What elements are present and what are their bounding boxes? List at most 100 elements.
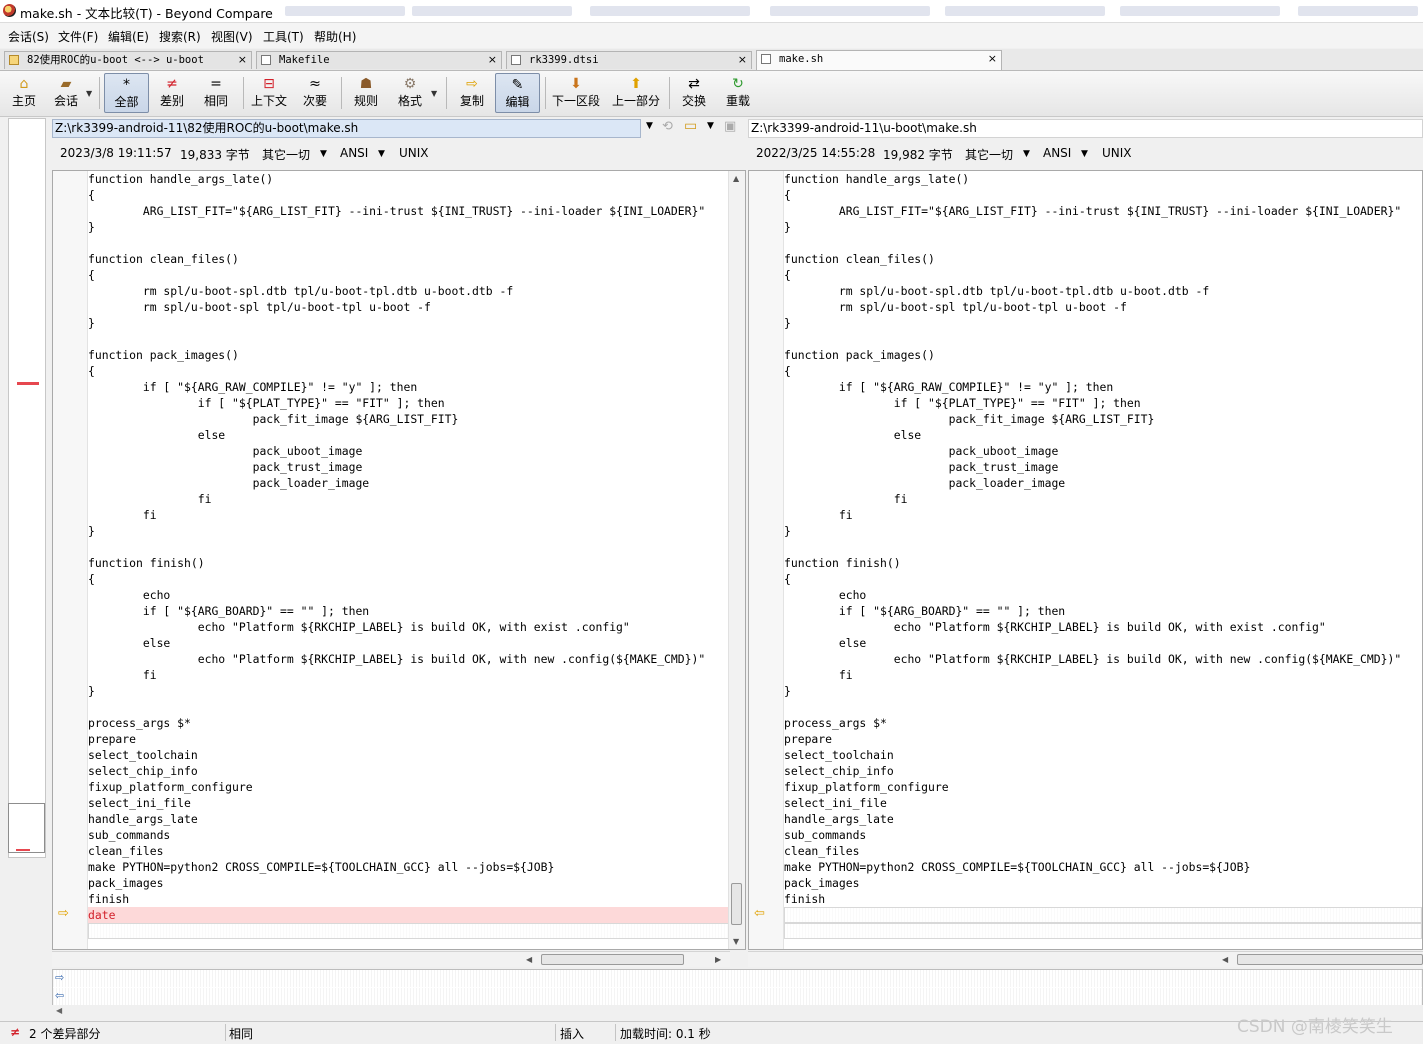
code-line[interactable]: ARG_LIST_FIT="${ARG_LIST_FIT} --ini-trus…	[88, 203, 729, 219]
code-line[interactable]: select_toolchain	[88, 747, 729, 763]
code-line[interactable]: if [ "${PLAT_TYPE}" == "FIT" ]; then	[88, 395, 729, 411]
code-line[interactable]: handle_args_late	[784, 811, 1422, 827]
format-button[interactable]: ⚙ 格式	[392, 73, 428, 113]
swap-button[interactable]: ⇄ 交换	[676, 73, 712, 113]
code-line[interactable]	[88, 539, 729, 555]
right-hscroll-thumb[interactable]	[1237, 954, 1423, 965]
code-line[interactable]: fixup_platform_configure	[784, 779, 1422, 795]
code-line[interactable]: echo "Platform ${RKCHIP_LABEL} is build …	[88, 651, 729, 667]
code-line[interactable]: {	[88, 187, 729, 203]
menu-tools[interactable]: 工具(T)	[263, 28, 304, 45]
right-line-ending[interactable]: UNIX	[1102, 146, 1132, 160]
code-line[interactable]: rm spl/u-boot-spl tpl/u-boot-tpl u-boot …	[784, 299, 1422, 315]
left-vertical-scrollbar[interactable]: ▲ ▼	[728, 171, 745, 949]
right-filter-select[interactable]: 其它一切	[965, 146, 1013, 163]
code-line[interactable]: }	[784, 219, 1422, 235]
code-line[interactable]: select_ini_file	[88, 795, 729, 811]
code-line[interactable]: clean_files	[784, 843, 1422, 859]
code-line[interactable]: fi	[784, 667, 1422, 683]
chevron-down-icon[interactable]: ▼	[707, 121, 714, 131]
chevron-down-icon[interactable]: ▼	[378, 149, 385, 159]
left-code-text[interactable]: function handle_args_late(){ ARG_LIST_FI…	[88, 171, 729, 939]
code-line[interactable]: }	[784, 315, 1422, 331]
code-line[interactable]: fi	[784, 507, 1422, 523]
code-line[interactable]: ARG_LIST_FIT="${ARG_LIST_FIT} --ini-trus…	[784, 203, 1422, 219]
code-line[interactable]: }	[784, 683, 1422, 699]
code-line[interactable]: {	[88, 267, 729, 283]
context-button[interactable]: ⊟ 上下文	[249, 73, 289, 113]
code-line[interactable]: else	[784, 427, 1422, 443]
code-line[interactable]: pack_images	[784, 875, 1422, 891]
copy-button[interactable]: ⇨ 复制	[454, 73, 490, 113]
code-line[interactable]: function handle_args_late()	[88, 171, 729, 187]
code-line[interactable]: sub_commands	[88, 827, 729, 843]
save-icon[interactable]: ▣	[724, 119, 736, 134]
menu-edit[interactable]: 编辑(E)	[108, 28, 149, 45]
code-line[interactable]: }	[88, 523, 729, 539]
scroll-left-icon[interactable]: ◀	[1222, 955, 1228, 964]
code-line[interactable]: if [ "${PLAT_TYPE}" == "FIT" ]; then	[784, 395, 1422, 411]
scroll-left-icon[interactable]: ◀	[56, 1006, 62, 1015]
code-line[interactable]: pack_images	[88, 875, 729, 891]
menu-help[interactable]: 帮助(H)	[314, 28, 356, 45]
right-path-input[interactable]: Z:\rk3399-android-11\u-boot\make.sh	[748, 119, 1423, 138]
chevron-down-icon[interactable]: ▼	[431, 89, 437, 98]
minor-button[interactable]: ≈ 次要	[297, 73, 333, 113]
code-line[interactable]: function handle_args_late()	[784, 171, 1422, 187]
code-line[interactable]: echo	[784, 587, 1422, 603]
left-path-input[interactable]: Z:\rk3399-android-11\82使用ROC的u-boot\make…	[52, 119, 641, 138]
tab-make-sh[interactable]: make.sh ×	[756, 50, 1002, 70]
code-line[interactable]: fi	[88, 507, 729, 523]
code-line[interactable]: select_chip_info	[88, 763, 729, 779]
code-line[interactable]	[88, 699, 729, 715]
code-line[interactable]: make PYTHON=python2 CROSS_COMPILE=${TOOL…	[88, 859, 729, 875]
menu-view[interactable]: 视图(V)	[211, 28, 253, 45]
code-line[interactable]: {	[784, 363, 1422, 379]
code-line[interactable]: echo	[88, 587, 729, 603]
code-line[interactable]: function pack_images()	[784, 347, 1422, 363]
scroll-left-icon[interactable]: ◀	[526, 955, 532, 964]
code-line[interactable]: fi	[88, 667, 729, 683]
right-editor-pane[interactable]: ⇦ function handle_args_late(){ ARG_LIST_…	[748, 170, 1423, 950]
code-line[interactable]: select_toolchain	[784, 747, 1422, 763]
code-line[interactable]: }	[88, 315, 729, 331]
left-editor-pane[interactable]: ⇨ function handle_args_late(){ ARG_LIST_…	[52, 170, 746, 950]
code-line[interactable]: if [ "${ARG_BOARD}" == "" ]; then	[784, 603, 1422, 619]
open-folder-icon[interactable]: ▭	[684, 118, 697, 134]
close-icon[interactable]: ×	[988, 51, 997, 67]
session-button[interactable]: ▰ 会话	[50, 73, 82, 113]
code-line[interactable]: function finish()	[88, 555, 729, 571]
code-line[interactable]: handle_args_late	[88, 811, 729, 827]
chevron-down-icon[interactable]: ▼	[1081, 149, 1088, 159]
menu-file[interactable]: 文件(F)	[58, 28, 98, 45]
code-line[interactable]: echo "Platform ${RKCHIP_LABEL} is build …	[784, 651, 1422, 667]
code-line[interactable]: pack_loader_image	[784, 475, 1422, 491]
code-line[interactable]: function clean_files()	[88, 251, 729, 267]
code-line[interactable]: function finish()	[784, 555, 1422, 571]
code-line[interactable]: {	[784, 187, 1422, 203]
code-line[interactable]: else	[88, 427, 729, 443]
menu-session[interactable]: 会话(S)	[8, 28, 49, 45]
code-line[interactable]: {	[784, 571, 1422, 587]
code-line[interactable]: {	[88, 571, 729, 587]
code-line[interactable]: function pack_images()	[88, 347, 729, 363]
left-hscroll-thumb[interactable]	[541, 954, 684, 965]
code-line[interactable]: pack_uboot_image	[784, 443, 1422, 459]
code-line[interactable]: else	[88, 635, 729, 651]
scroll-down-icon[interactable]: ▼	[733, 937, 739, 946]
code-line[interactable]: }	[784, 523, 1422, 539]
code-line[interactable]: finish	[88, 891, 729, 907]
right-horizontal-scrollbar[interactable]: ◀	[748, 951, 1423, 967]
code-line[interactable]	[784, 331, 1422, 347]
code-line[interactable]: pack_fit_image ${ARG_LIST_FIT}	[784, 411, 1422, 427]
code-line[interactable]: fi	[88, 491, 729, 507]
code-line[interactable]: {	[784, 267, 1422, 283]
code-line[interactable]: select_ini_file	[784, 795, 1422, 811]
code-line[interactable]: function clean_files()	[784, 251, 1422, 267]
code-line[interactable]: finish	[784, 891, 1422, 907]
left-encoding-select[interactable]: ANSI	[340, 146, 368, 160]
right-encoding-select[interactable]: ANSI	[1043, 146, 1071, 160]
tab-makefile[interactable]: Makefile ×	[256, 51, 502, 69]
code-line[interactable]: prepare	[88, 731, 729, 747]
code-line[interactable]	[784, 699, 1422, 715]
